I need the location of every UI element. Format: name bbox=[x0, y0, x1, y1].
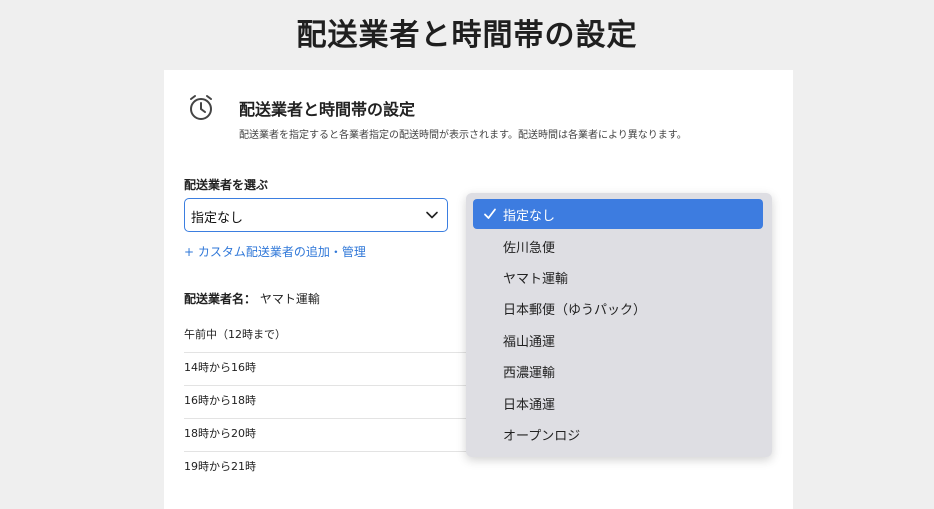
carrier-select-value: 指定なし bbox=[191, 211, 244, 226]
checkmark-icon bbox=[484, 208, 496, 219]
card-description: 配送業者を指定すると各業者指定の配送時間が表示されます。配送時間は各業者により異… bbox=[239, 130, 687, 141]
carrier-dropdown-menu: 指定なし 佐川急便 ヤマト運輸 日本郵便（ゆうパック） 福山通運 西濃運輸 日本… bbox=[466, 193, 772, 457]
dropdown-option-nittsu[interactable]: 日本通運 bbox=[503, 394, 555, 413]
carrier-select[interactable]: 指定なし bbox=[184, 198, 448, 232]
dropdown-option-fukuyama[interactable]: 福山通運 bbox=[503, 331, 555, 350]
carrier-select-label: 配送業者を選ぶ bbox=[184, 178, 269, 192]
carrier-name-row: 配送業者名： ヤマト運輸 bbox=[184, 290, 320, 307]
dropdown-option-yamato[interactable]: ヤマト運輸 bbox=[503, 268, 568, 287]
time-slot-item: 午前中（12時まで） bbox=[184, 320, 484, 353]
chevron-down-icon bbox=[426, 211, 438, 219]
page-title: 配送業者と時間帯の設定 bbox=[296, 18, 638, 53]
dropdown-option-japan-post[interactable]: 日本郵便（ゆうパック） bbox=[503, 299, 646, 318]
dropdown-option-seino[interactable]: 西濃運輸 bbox=[503, 362, 555, 381]
time-slot-item: 16時から18時 bbox=[184, 386, 484, 419]
time-slot-item: 18時から20時 bbox=[184, 419, 484, 452]
dropdown-option-openlogi[interactable]: オープンロジ bbox=[503, 425, 580, 444]
dropdown-option-sagawa[interactable]: 佐川急便 bbox=[503, 237, 555, 256]
time-slot-list: 午前中（12時まで） 14時から16時 16時から18時 18時から20時 19… bbox=[184, 320, 484, 485]
carrier-name-label: 配送業者名： bbox=[184, 292, 257, 306]
add-custom-carrier-link[interactable]: + カスタム配送業者の追加・管理 bbox=[184, 243, 366, 260]
time-slot-item: 14時から16時 bbox=[184, 353, 484, 386]
alarm-clock-icon bbox=[190, 95, 212, 120]
card-title: 配送業者と時間帯の設定 bbox=[239, 100, 416, 119]
dropdown-option-label: 指定なし bbox=[503, 209, 556, 224]
dropdown-option-none[interactable]: 指定なし bbox=[473, 199, 763, 229]
carrier-name-value: ヤマト運輸 bbox=[259, 292, 320, 306]
time-slot-item: 19時から21時 bbox=[184, 460, 256, 473]
